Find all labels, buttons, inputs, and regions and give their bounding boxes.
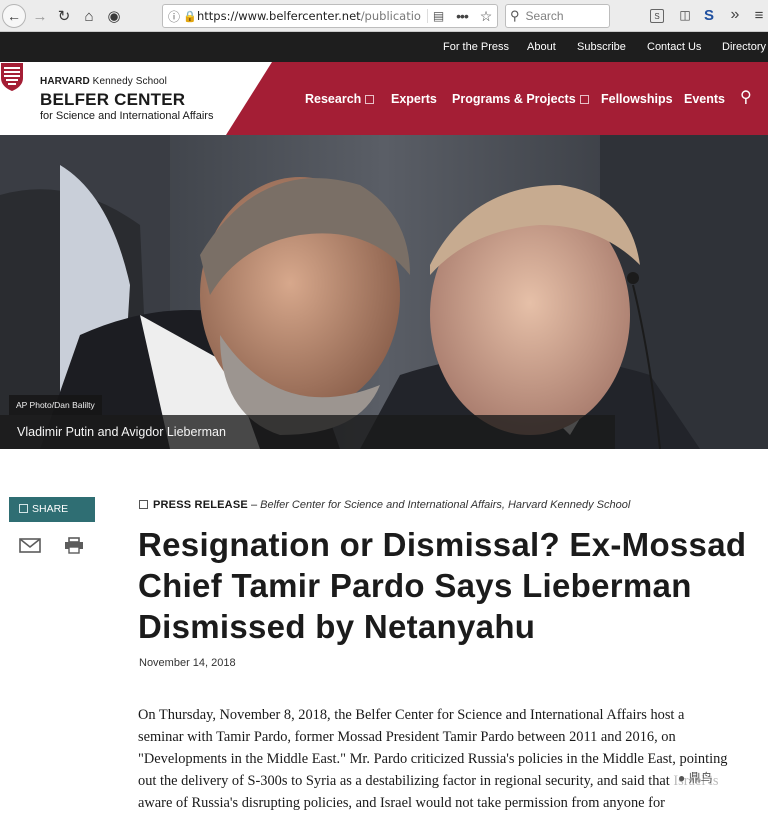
pocket-icon[interactable]: ◉	[102, 4, 126, 28]
nav-programs-projects[interactable]: Programs & Projects	[452, 92, 589, 106]
article-source[interactable]: Belfer Center for Science and Internatio…	[260, 499, 630, 511]
browser-search-input[interactable]: ⚲ Search	[505, 4, 610, 28]
url-text[interactable]: https://www.belfercenter.net/publicatio	[197, 9, 427, 23]
nav-subscribe[interactable]: Subscribe	[577, 41, 626, 53]
nav-directory[interactable]: Directory	[722, 41, 766, 53]
overflow-icon[interactable]: »	[726, 6, 744, 24]
nav-research[interactable]: Research	[305, 92, 375, 106]
reload-icon[interactable]: ↻	[52, 4, 76, 28]
article-date: November 14, 2018	[139, 657, 236, 669]
more-icon[interactable]: •••	[449, 8, 475, 24]
address-bar[interactable]: ⓘ 🔒 https://www.belfercenter.net/publica…	[162, 4, 498, 28]
nav-contact-us[interactable]: Contact Us	[647, 41, 701, 53]
body-line: aware of Russia's disrupting policies, a…	[138, 795, 665, 811]
article-type: PRESS RELEASE – Belfer Center for Scienc…	[139, 499, 630, 511]
nav-for-the-press[interactable]: For the Press	[443, 41, 509, 53]
center-name: BELFER CENTER	[40, 90, 186, 109]
browser-toolbar: ← → ↻ ⌂ ◉ ⓘ 🔒 https://www.belfercenter.n…	[0, 0, 768, 32]
hero-photo-illustration	[0, 135, 768, 449]
harvard-shield-icon	[1, 63, 23, 91]
expand-icon	[579, 95, 589, 104]
share-button[interactable]: SHARE	[9, 497, 95, 522]
photo-credit: AP Photo/Dan Balilty	[9, 395, 102, 415]
press-release-icon	[139, 500, 148, 509]
email-icon[interactable]	[19, 538, 41, 553]
body-line: seminar with Tamir Pardo, former Mossad …	[138, 729, 676, 745]
screenshot-icon[interactable]: S	[650, 9, 664, 23]
expand-icon	[365, 95, 375, 104]
nav-events[interactable]: Events	[684, 92, 725, 106]
separator: –	[247, 499, 261, 511]
watermark: ● 鼎鸟	[672, 766, 768, 790]
print-icon[interactable]	[64, 537, 84, 554]
wechat-icon: ●	[678, 771, 686, 785]
title-line: Chief Tamir Pardo Says Lieberman	[138, 567, 692, 604]
extension-icon[interactable]: S	[700, 6, 718, 24]
search-icon: ⚲	[510, 8, 520, 23]
utility-nav: For the Press About Subscribe Contact Us…	[0, 32, 768, 62]
forward-icon[interactable]: →	[28, 4, 52, 28]
body-line: On Thursday, November 8, 2018, the Belfe…	[138, 707, 685, 723]
press-release-label: PRESS RELEASE	[153, 499, 248, 511]
star-icon[interactable]: ☆	[475, 8, 497, 25]
menu-icon[interactable]: ≡	[750, 6, 768, 24]
photo-caption: Vladimir Putin and Avigdor Lieberman	[0, 415, 615, 449]
article-title: Resignation or Dismissal? Ex-Mossad Chie…	[138, 524, 768, 647]
share-icon	[19, 504, 28, 513]
lock-icon[interactable]: 🔒	[183, 10, 197, 23]
reader-icon[interactable]: ▤	[427, 9, 449, 23]
article-body: On Thursday, November 8, 2018, the Belfe…	[138, 704, 768, 813]
school-name: HARVARD Kennedy School	[40, 76, 167, 87]
nav-about[interactable]: About	[527, 41, 556, 53]
search-icon[interactable]: ⚲	[740, 87, 752, 107]
back-icon[interactable]: ←	[2, 4, 26, 28]
nav-fellowships[interactable]: Fellowships	[601, 92, 673, 106]
sidebar-icon[interactable]: ◫	[676, 6, 694, 24]
hero-image	[0, 135, 768, 449]
title-line: Resignation or Dismissal? Ex-Mossad	[138, 526, 747, 563]
nav-experts[interactable]: Experts	[391, 92, 437, 106]
site-header: HARVARD Kennedy School BELFER CENTER for…	[0, 62, 768, 135]
home-icon[interactable]: ⌂	[77, 4, 101, 28]
info-icon[interactable]: ⓘ	[165, 8, 183, 25]
center-subtitle: for Science and International Affairs	[40, 110, 214, 122]
search-placeholder: Search	[525, 9, 564, 23]
title-line: Dismissed by Netanyahu	[138, 608, 536, 645]
